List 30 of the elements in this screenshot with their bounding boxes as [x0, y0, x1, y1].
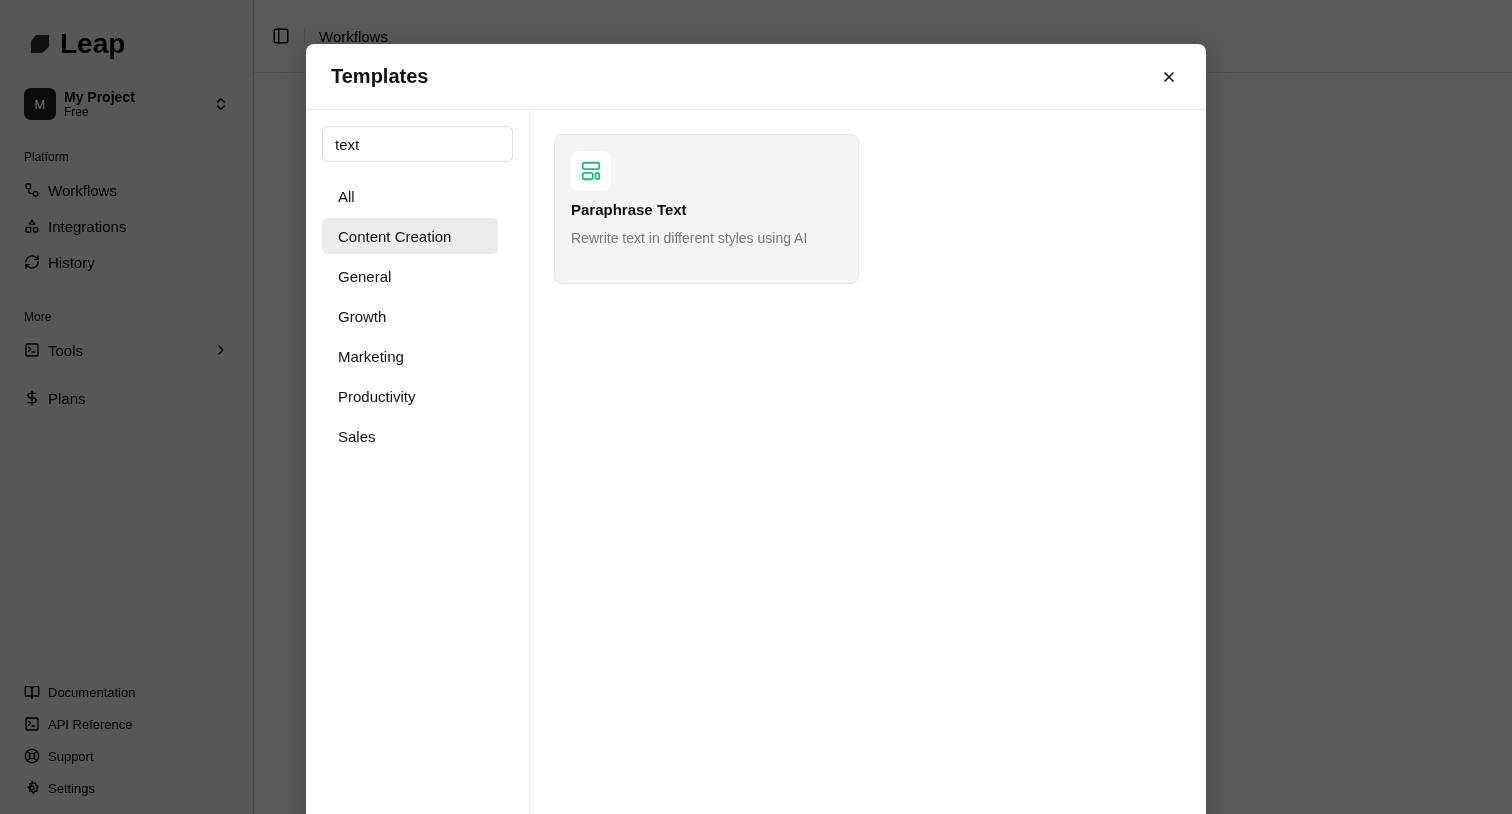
terminal-icon [24, 342, 40, 358]
template-card[interactable]: Paraphrase Text Rewrite text in different styles using AI [554, 134, 859, 284]
logo-icon [28, 32, 52, 56]
category-item[interactable]: Content Creation [322, 218, 498, 254]
layout-icon [580, 160, 602, 182]
terminal-icon [24, 716, 40, 732]
category-item[interactable]: Growth [322, 298, 498, 334]
settings-icon [24, 780, 40, 796]
template-title: Paraphrase Text [571, 201, 688, 218]
section-title: Platform [24, 150, 70, 164]
project-plan: Free [64, 105, 90, 119]
search-field[interactable]: text [322, 126, 513, 162]
template-description: Rewrite text in different styles using AI [571, 230, 809, 246]
category-item[interactable]: All [322, 178, 498, 214]
sidebar-toggle-icon [272, 27, 290, 45]
lifebuoy-icon [24, 748, 40, 764]
project-avatar: M [24, 88, 56, 120]
category-item[interactable]: Marketing [322, 338, 498, 374]
dollar-icon [24, 390, 40, 406]
project-name: My Project [64, 89, 136, 105]
nodes-icon [24, 182, 40, 198]
section-title: More [24, 310, 53, 324]
category-item[interactable]: Sales [322, 418, 498, 454]
dialog-title: Templates [331, 65, 429, 88]
book-icon [24, 684, 40, 700]
category-item[interactable]: Productivity [322, 378, 498, 414]
logo-text: Leap [60, 28, 126, 60]
category-item[interactable]: General [322, 258, 498, 294]
refresh-icon [24, 254, 40, 270]
shapes-icon [24, 218, 40, 234]
